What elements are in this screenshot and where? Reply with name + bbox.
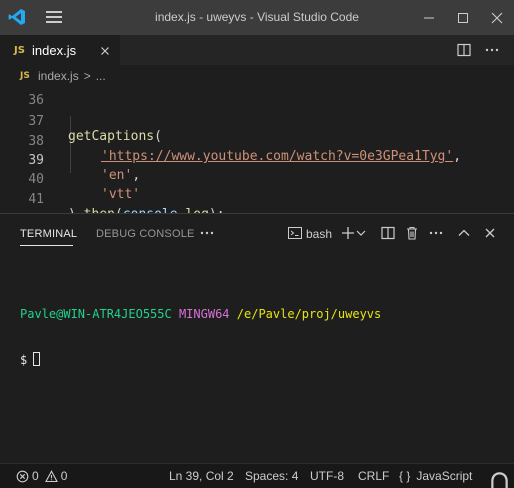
tab-label: index.js — [32, 43, 77, 58]
cursor-position[interactable]: Ln 39, Col 2 — [169, 469, 234, 483]
code-line: 41 ).then(console.log); — [0, 177, 514, 213]
tab-terminal[interactable]: TERMINAL — [20, 228, 77, 240]
tab-index-js[interactable]: JS index.js — [0, 35, 120, 65]
file-encoding[interactable]: UTF-8 — [310, 469, 344, 483]
error-count: 0 — [32, 469, 39, 483]
chevron-down-icon[interactable] — [355, 225, 367, 241]
code-line: 37 getCaptions( — [0, 99, 514, 144]
breadcrumb-symbol[interactable]: ... — [96, 69, 106, 83]
close-window-button[interactable] — [480, 0, 514, 35]
code-line: 40 'vtt' — [0, 157, 514, 202]
status-bar: 0 0 Ln 39, Col 2 Spaces: 4 UTF-8 CRLF { … — [0, 463, 514, 488]
terminal-path: /e/Pavle/proj/uweyvs — [236, 307, 382, 321]
bottom-panel: TERMINAL DEBUG CONSOLE bash Pavle@WIN-AT… — [0, 213, 514, 463]
terminal-prompt-line: Pavle@WIN-ATR4JEO555C MINGW64 /e/Pavle/p… — [20, 307, 381, 321]
javascript-file-icon: JS — [20, 71, 30, 81]
problems-indicator[interactable]: 0 0 — [16, 469, 67, 483]
close-icon — [491, 12, 503, 23]
language-mode[interactable]: { } JavaScript — [399, 469, 472, 483]
code-line: 42 — [0, 197, 514, 213]
maximize-icon — [458, 12, 468, 23]
close-panel-icon[interactable] — [482, 225, 498, 241]
javascript-file-icon: JS — [14, 45, 25, 56]
code-line: 36 — [0, 87, 514, 108]
braces-icon: { } — [399, 469, 411, 483]
code-line: 38 'https://www.youtube.com/watch?v=0e3G… — [0, 119, 514, 164]
close-tab-icon[interactable] — [98, 44, 112, 58]
more-actions-icon[interactable] — [199, 225, 215, 241]
more-actions-icon[interactable] — [428, 225, 444, 241]
editor-tab-bar: JS index.js — [0, 35, 514, 65]
chevron-right-icon: > — [83, 69, 91, 83]
warning-count: 0 — [60, 469, 68, 483]
language-label: JavaScript — [416, 469, 473, 483]
active-tab-indicator — [20, 245, 73, 246]
chevron-up-icon[interactable] — [456, 225, 472, 241]
maximize-button[interactable] — [446, 0, 480, 35]
indentation-setting[interactable]: Spaces: 4 — [245, 469, 298, 483]
error-icon — [16, 470, 29, 482]
terminal-icon — [288, 227, 302, 239]
terminal-input-line: $ — [20, 352, 381, 367]
notifications-bell-icon[interactable] — [485, 470, 514, 488]
breadcrumb-file[interactable]: index.js — [38, 69, 79, 83]
code-editor[interactable]: 36 37 getCaptions( 38 'https://www.youtu… — [0, 87, 514, 213]
minimize-icon — [424, 17, 434, 18]
minimize-button[interactable] — [412, 0, 446, 35]
more-actions-icon[interactable] — [484, 42, 500, 58]
breadcrumb: JS index.js > ... — [0, 65, 514, 87]
terminal-user-host: Pavle@WIN-ATR4JEO555C — [20, 307, 172, 321]
title-bar: index.js - uweyvs - Visual Studio Code — [0, 0, 514, 35]
terminal-cursor — [33, 352, 41, 366]
split-terminal-icon[interactable] — [380, 225, 396, 241]
new-terminal-icon[interactable] — [340, 225, 356, 241]
warning-icon — [44, 469, 58, 482]
terminal-shell-name[interactable]: bash — [306, 227, 332, 241]
terminal-output[interactable]: Pavle@WIN-ATR4JEO555C MINGW64 /e/Pavle/p… — [20, 279, 381, 395]
line-ending[interactable]: CRLF — [358, 469, 389, 483]
code-line-current: 39 'en', — [0, 138, 514, 183]
terminal-prompt-symbol: $ — [20, 353, 28, 367]
tab-debug-console[interactable]: DEBUG CONSOLE — [96, 228, 195, 240]
trash-icon[interactable] — [404, 225, 420, 241]
terminal-system: MINGW64 — [178, 307, 230, 321]
split-editor-icon[interactable] — [456, 42, 472, 58]
